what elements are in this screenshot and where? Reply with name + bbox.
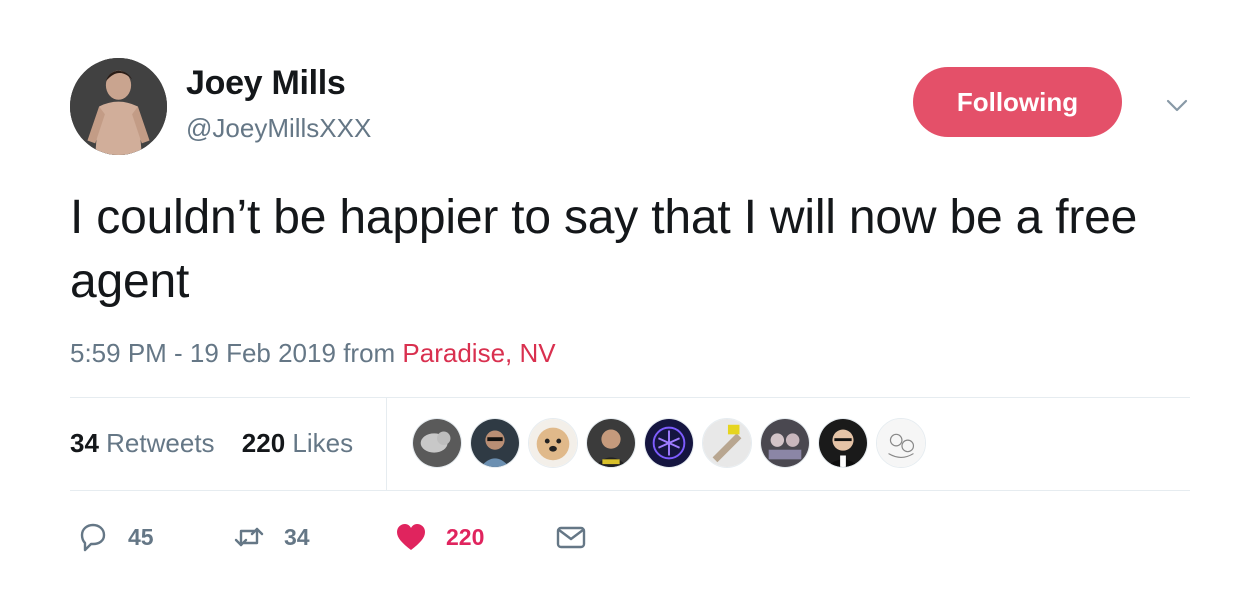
display-name[interactable]: Joey Mills bbox=[186, 64, 346, 103]
avatar[interactable] bbox=[70, 58, 167, 155]
liker-avatar[interactable] bbox=[412, 418, 462, 468]
following-button[interactable]: Following bbox=[913, 67, 1122, 137]
retweet-button[interactable]: 34 bbox=[232, 520, 310, 554]
tweet-meta: 5:59 PM - 19 Feb 2019 from Paradise, NV bbox=[70, 338, 556, 369]
retweet-icon bbox=[234, 527, 264, 547]
likers-avatars bbox=[412, 418, 934, 470]
liker-avatar[interactable] bbox=[876, 418, 926, 468]
liker-avatar[interactable] bbox=[702, 418, 752, 468]
retweet-count: 34 bbox=[284, 523, 310, 550]
divider-bottom bbox=[70, 490, 1190, 491]
reply-button[interactable]: 45 bbox=[76, 520, 154, 554]
heart-icon bbox=[397, 524, 425, 550]
tweet-location[interactable]: Paradise, NV bbox=[402, 338, 555, 368]
tweet-text: I couldn’t be happier to say that I will… bbox=[70, 191, 1138, 308]
avatar-image bbox=[70, 58, 167, 155]
tweet-timestamp[interactable]: 5:59 PM - 19 Feb 2019 bbox=[70, 338, 336, 368]
chevron-down-icon[interactable] bbox=[1162, 90, 1192, 120]
retweets-stat[interactable]: 34 Retweets bbox=[70, 428, 215, 458]
user-handle[interactable]: @JoeyMillsXXX bbox=[186, 113, 371, 144]
like-button[interactable]: 220 bbox=[394, 520, 484, 554]
reply-count: 45 bbox=[128, 523, 154, 550]
tweet-stats: 34 Retweets 220 Likes bbox=[70, 428, 373, 459]
liker-avatar[interactable] bbox=[760, 418, 810, 468]
direct-message-button[interactable] bbox=[554, 520, 588, 554]
liker-avatar[interactable] bbox=[528, 418, 578, 468]
likes-stat[interactable]: 220 Likes bbox=[242, 428, 353, 458]
liker-avatar[interactable] bbox=[586, 418, 636, 468]
liker-avatar[interactable] bbox=[644, 418, 694, 468]
liker-avatar[interactable] bbox=[818, 418, 868, 468]
from-label: from bbox=[343, 338, 396, 368]
stats-divider bbox=[386, 398, 387, 490]
divider-top bbox=[70, 397, 1190, 398]
liker-avatar[interactable] bbox=[470, 418, 520, 468]
envelope-icon bbox=[556, 526, 586, 549]
reply-icon bbox=[80, 523, 106, 552]
like-count: 220 bbox=[446, 523, 485, 550]
